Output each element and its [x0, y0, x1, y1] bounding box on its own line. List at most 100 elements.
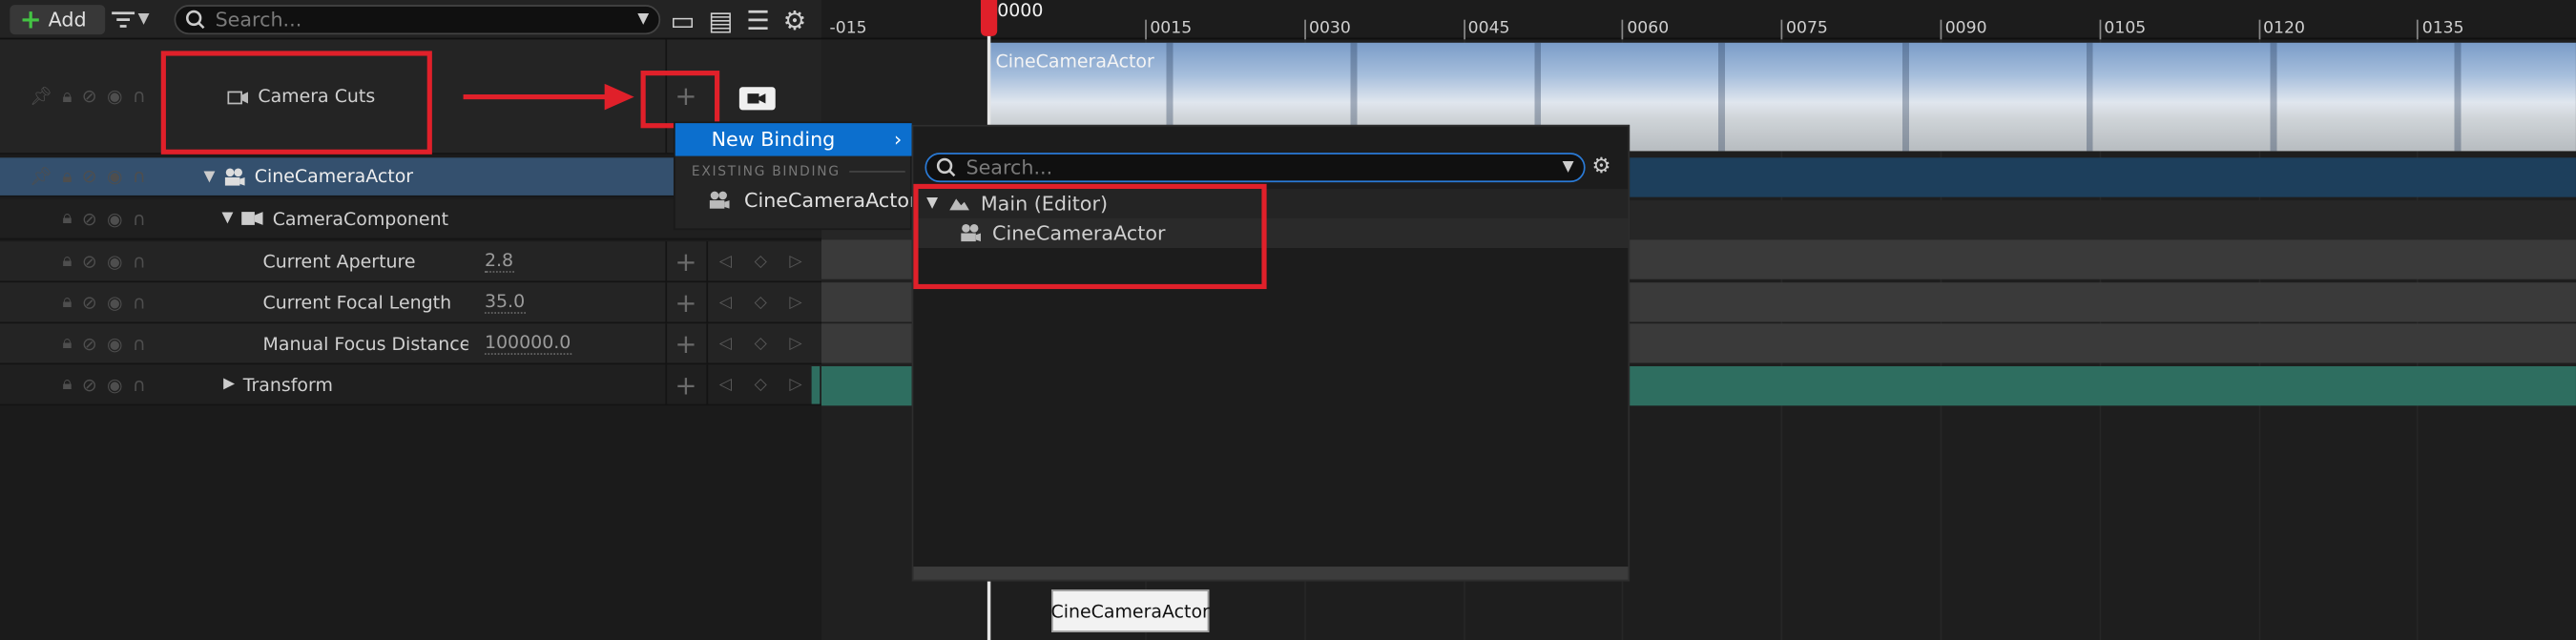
headphones-icon[interactable]: ∩ — [133, 374, 146, 395]
eye-icon[interactable]: ◉ — [107, 166, 123, 187]
video-camera-icon — [747, 93, 766, 104]
prev-key-icon[interactable]: ◁ — [719, 375, 732, 393]
mute-icon[interactable]: ⊘ — [82, 292, 97, 313]
row-toggles: 🔒︎ ⊘ ◉ ∩ — [62, 241, 145, 280]
add-key-icon[interactable]: ◇ — [755, 375, 767, 393]
annotation-arrow — [463, 83, 634, 111]
gear-icon[interactable]: ⚙ — [783, 4, 807, 35]
expand-triangle-icon[interactable]: ▼ — [221, 210, 233, 226]
existing-binding-item[interactable]: CineCameraActor — [708, 189, 917, 212]
property-row[interactable]: 🔒︎ ⊘ ◉ ∩ Current Focal Length 35.0 + ◁ ◇ ▷ — [0, 282, 821, 324]
binding-menu: New Binding › EXISTING BINDING CineCamera… — [673, 121, 917, 231]
component-label: ▼ CameraComponent — [221, 207, 448, 230]
list-icon[interactable]: ☰ — [746, 4, 770, 35]
actor-search-input[interactable]: Search... ▼ — [924, 153, 1586, 183]
ruler-tick: 0030 — [1303, 19, 1351, 40]
pin-icon[interactable]: 📌︎ — [30, 166, 52, 187]
lock-icon[interactable]: 🔒︎ — [62, 373, 72, 396]
row-toggles: 🔒︎ ⊘ ◉ ∩ — [62, 282, 145, 321]
chevron-right-icon: › — [894, 128, 903, 152]
sequencer-toolbar: + Add ▼ Search... ▼ ▭ ▤ ☰ ⚙ — [0, 0, 821, 40]
mute-icon[interactable]: ⊘ — [82, 251, 97, 272]
new-binding-item[interactable]: New Binding › — [675, 123, 912, 156]
eye-icon[interactable]: ◉ — [107, 292, 123, 313]
mute-icon[interactable]: ⊘ — [82, 208, 97, 229]
plus-icon: + — [19, 3, 42, 35]
property-value[interactable]: 2.8 — [484, 241, 514, 280]
chevron-down-icon[interactable]: ▼ — [1563, 159, 1574, 175]
add-key-button[interactable]: + — [665, 323, 704, 363]
key-nav: ◁ ◇ ▷ — [706, 282, 813, 322]
row-toggles: 🔒︎ ⊘ ◉ ∩ — [62, 198, 145, 237]
add-key-icon[interactable]: ◇ — [755, 293, 767, 311]
property-value[interactable]: 35.0 — [484, 282, 526, 321]
property-value[interactable]: 100000.0 — [484, 323, 571, 362]
lock-icon[interactable]: 🔒︎ — [62, 85, 72, 108]
camera-lock-button[interactable] — [738, 87, 776, 111]
layout-icon[interactable]: ▭ — [671, 4, 696, 35]
lock-icon[interactable]: 🔒︎ — [62, 291, 72, 314]
eye-icon[interactable]: ◉ — [107, 208, 123, 229]
add-key-button[interactable]: + — [665, 241, 704, 281]
headphones-icon[interactable]: ∩ — [133, 292, 146, 313]
ruler-tick: 0105 — [2099, 19, 2146, 40]
clip-label: CineCameraActor — [995, 51, 1154, 72]
lock-icon[interactable]: 🔒︎ — [62, 332, 72, 355]
tooltip: CineCameraActor — [1051, 589, 1210, 632]
playhead-handle[interactable] — [980, 0, 998, 36]
next-key-icon[interactable]: ▷ — [789, 375, 801, 393]
add-key-button[interactable]: + — [665, 282, 704, 322]
add-track-button[interactable]: + Add — [10, 3, 106, 35]
transform-row[interactable]: 🔒︎ ⊘ ◉ ∩ ▶ Transform + ◁ ◇ ▷ — [0, 364, 821, 406]
headphones-icon[interactable]: ∩ — [133, 166, 146, 187]
add-key-icon[interactable]: ◇ — [755, 252, 767, 270]
annotation-box-camera-cuts — [160, 51, 432, 155]
add-key-button[interactable]: + — [665, 364, 704, 404]
property-row[interactable]: 🔒︎⊘◉∩Manual Focus Distance (Fc100000.0+◁… — [0, 323, 821, 365]
lock-icon[interactable]: 🔒︎ — [62, 250, 72, 273]
eye-icon[interactable]: ◉ — [107, 251, 123, 272]
gear-icon[interactable]: ⚙ — [1592, 155, 1611, 179]
eye-icon[interactable]: ◉ — [107, 374, 123, 395]
layout-split-icon[interactable]: ▤ — [708, 4, 733, 35]
headphones-icon[interactable]: ∩ — [133, 86, 146, 107]
lock-icon[interactable]: 🔒︎ — [62, 207, 72, 230]
property-label: Current Aperture — [262, 250, 416, 272]
eye-icon[interactable]: ◉ — [107, 86, 123, 107]
mute-icon[interactable]: ⊘ — [82, 333, 97, 354]
picker-scrollbar[interactable] — [913, 567, 1629, 580]
add-key-icon[interactable]: ◇ — [755, 334, 767, 352]
mute-icon[interactable]: ⊘ — [82, 166, 97, 187]
ruler-tick-neg: -015 — [829, 19, 867, 38]
headphones-icon[interactable]: ∩ — [133, 333, 146, 354]
view-options: ▭ ▤ ☰ ⚙ — [671, 4, 819, 35]
ruler-tick: 0120 — [2257, 19, 2305, 40]
mute-icon[interactable]: ⊘ — [82, 86, 97, 107]
transform-color-strip — [811, 365, 821, 404]
headphones-icon[interactable]: ∩ — [133, 251, 146, 272]
search-icon — [186, 10, 205, 30]
property-row[interactable]: 🔒︎ ⊘ ◉ ∩ Current Aperture 2.8 + ◁ ◇ ▷ — [0, 241, 821, 283]
lock-icon[interactable]: 🔒︎ — [62, 165, 72, 188]
filter-icon — [112, 11, 135, 28]
ruler-tick: 0135 — [2417, 19, 2464, 40]
next-key-icon[interactable]: ▷ — [789, 334, 801, 352]
row-toggles: 🔒︎ ⊘ ◉ ∩ — [62, 364, 145, 403]
expand-triangle-icon[interactable]: ▶ — [223, 376, 235, 392]
pin-icon[interactable]: 📌︎ — [30, 86, 52, 107]
chevron-down-icon[interactable]: ▼ — [637, 11, 649, 28]
prev-key-icon[interactable]: ◁ — [719, 293, 732, 311]
expand-triangle-icon[interactable]: ▼ — [204, 168, 216, 184]
search-input[interactable]: Search... ▼ — [174, 5, 661, 35]
key-nav: ◁ ◇ ▷ — [706, 323, 813, 363]
timeline-ruler[interactable]: -015 0015 0030 0045 0060 0075 0090 0105 0120 013… — [821, 0, 2576, 40]
next-key-icon[interactable]: ▷ — [789, 293, 801, 311]
filter-button[interactable]: ▼ — [112, 5, 164, 34]
next-key-icon[interactable]: ▷ — [789, 252, 801, 270]
mute-icon[interactable]: ⊘ — [82, 374, 97, 395]
prev-key-icon[interactable]: ◁ — [719, 252, 732, 270]
prev-key-icon[interactable]: ◁ — [719, 334, 732, 352]
annotation-box-actor — [913, 183, 1267, 290]
eye-icon[interactable]: ◉ — [107, 333, 123, 354]
headphones-icon[interactable]: ∩ — [133, 208, 146, 229]
